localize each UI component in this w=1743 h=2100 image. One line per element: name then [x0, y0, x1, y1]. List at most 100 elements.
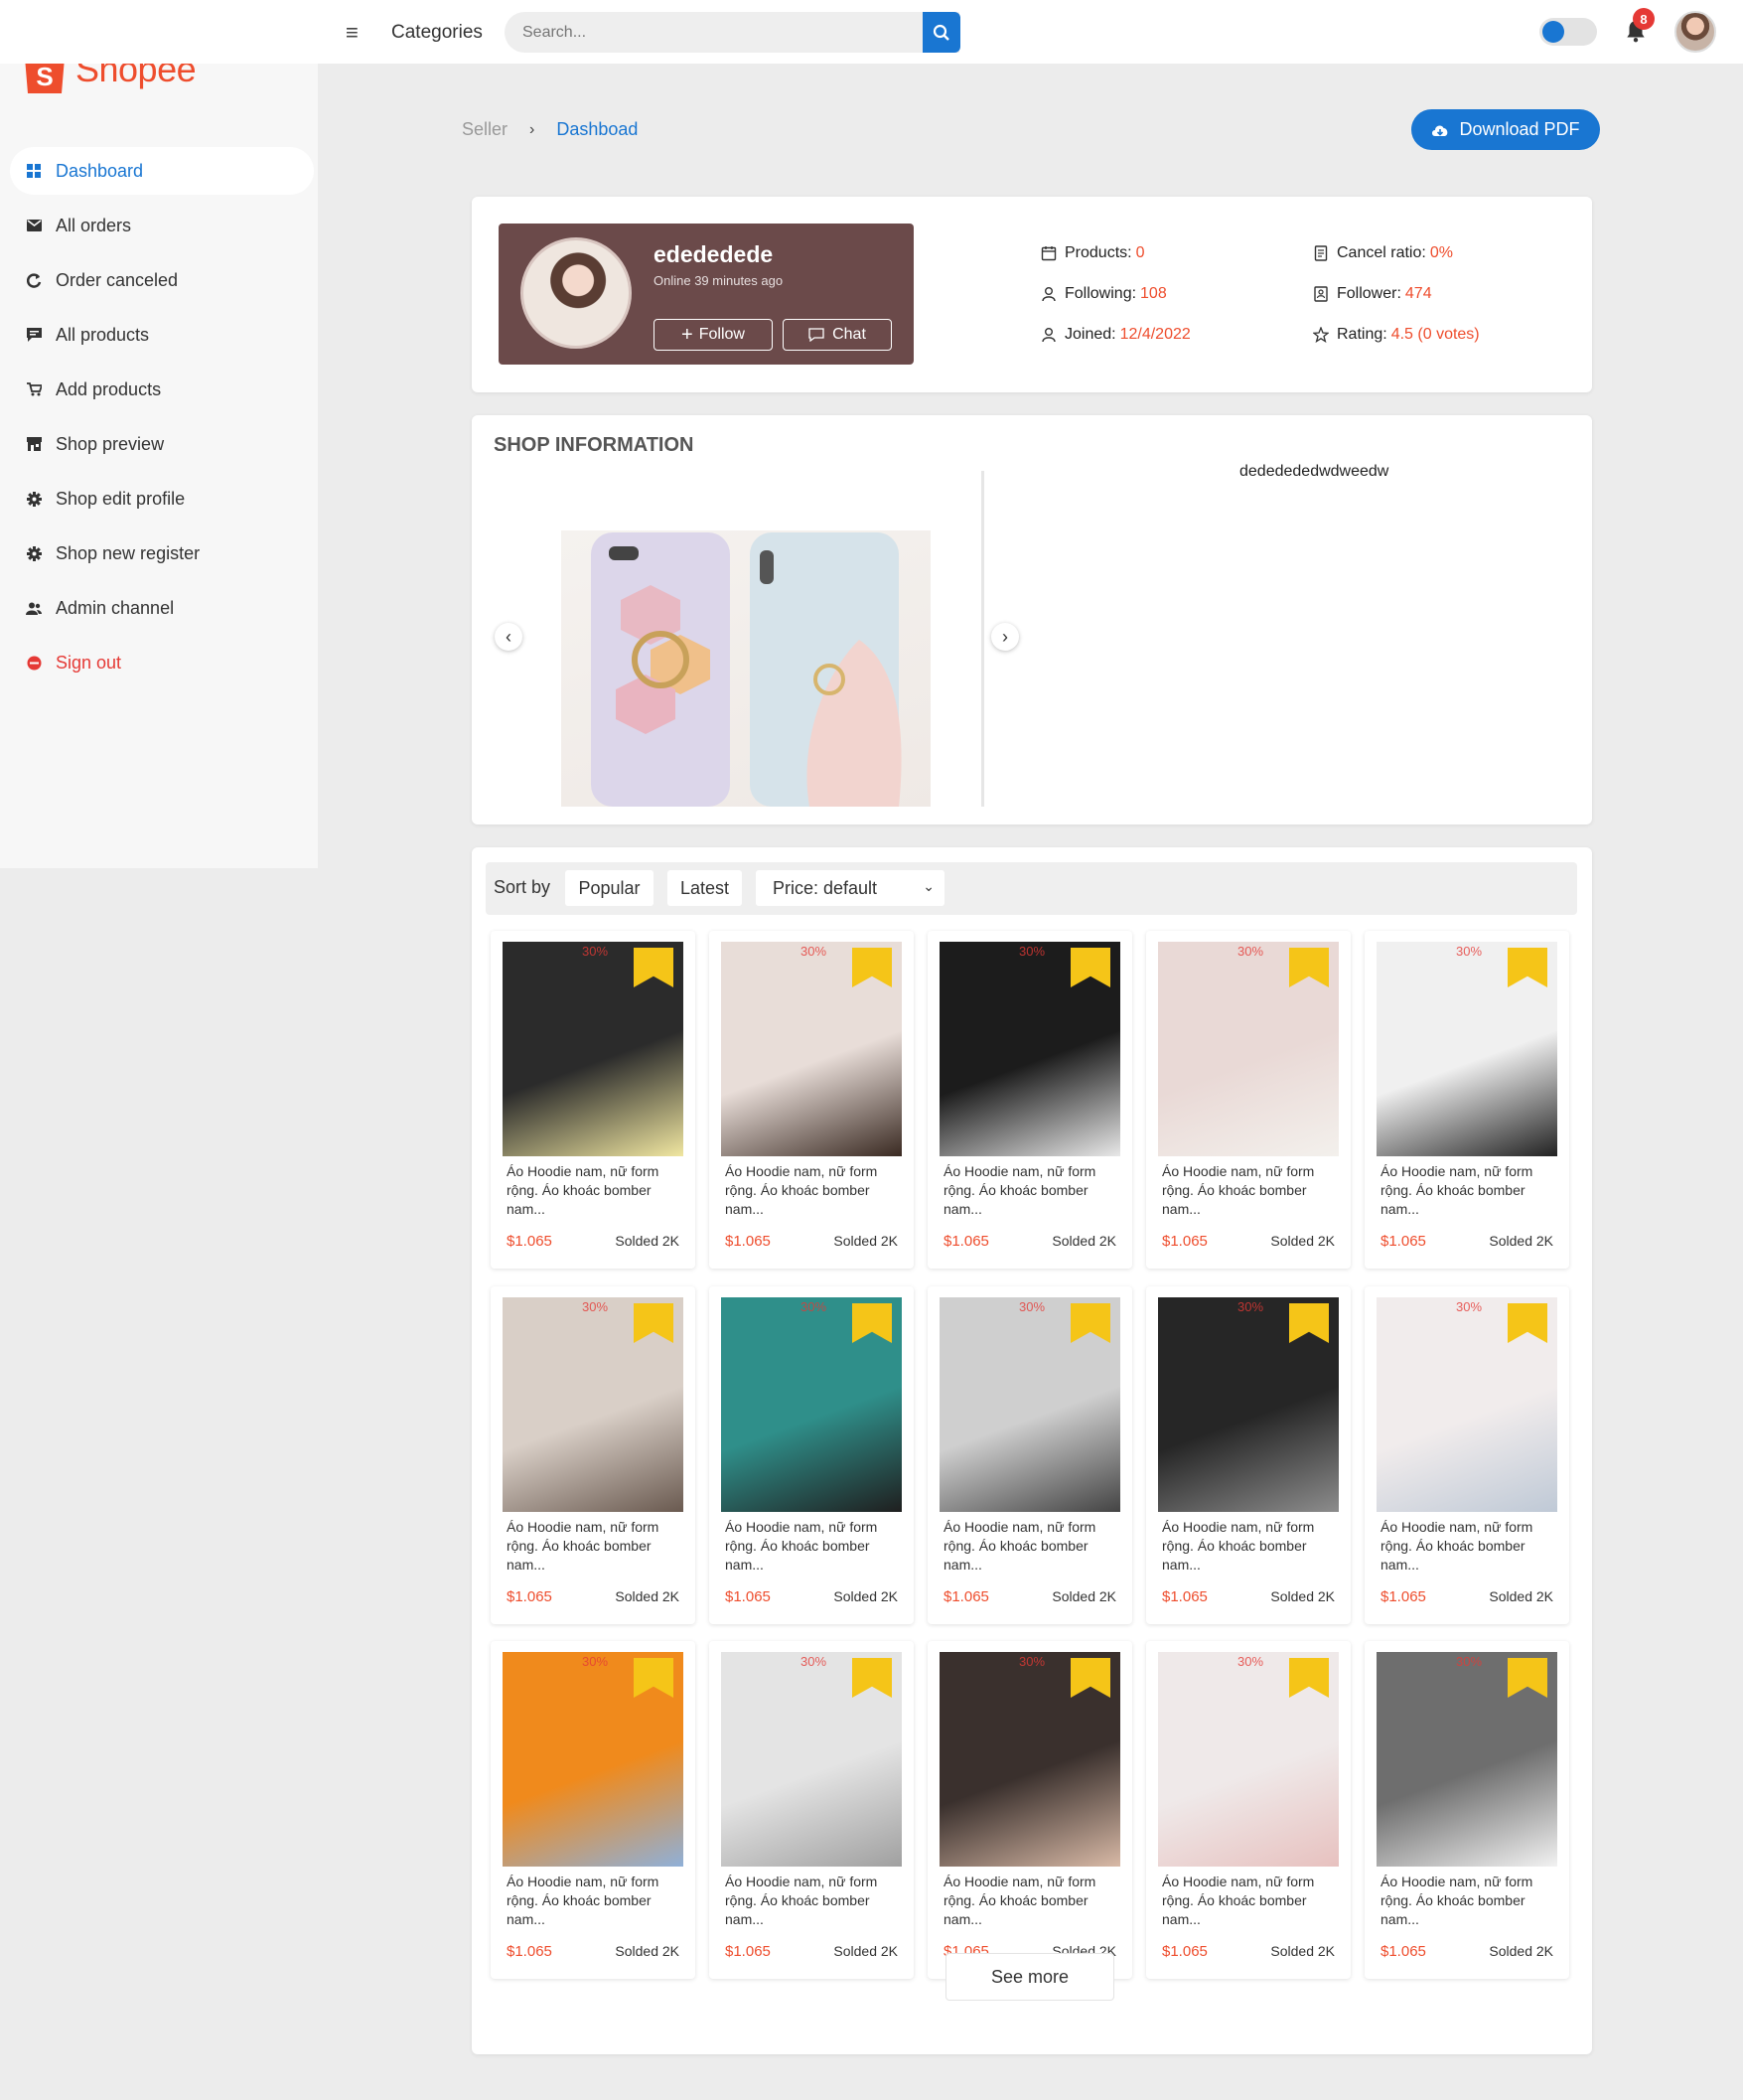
product-title: Áo Hoodie nam, nữ form rộng. Áo khoác bo…	[1162, 1519, 1315, 1573]
download-pdf-button[interactable]: Download PDF	[1411, 109, 1600, 150]
product-card[interactable]: 30% Áo Hoodie nam, nữ form rộng. Áo khoác…	[491, 1286, 695, 1624]
product-image: 30%	[721, 1652, 902, 1867]
stat-following-label: Following:	[1065, 285, 1137, 302]
product-card[interactable]: 30% Áo Hoodie nam, nữ form rộng. Áo khoác…	[928, 931, 1132, 1269]
stat-products-label: Products:	[1065, 244, 1132, 261]
theme-toggle[interactable]	[1539, 18, 1597, 46]
chat-button[interactable]: Chat	[783, 319, 892, 351]
product-title: Áo Hoodie nam, nữ form rộng. Áo khoác bo…	[725, 1519, 878, 1573]
product-card[interactable]: 30% Áo Hoodie nam, nữ form rộng. Áo khoác…	[928, 1286, 1132, 1624]
search-button[interactable]	[923, 12, 960, 53]
product-image: 30%	[503, 942, 683, 1156]
user-avatar[interactable]	[1674, 11, 1716, 53]
carousel-divider	[981, 471, 984, 807]
product-card[interactable]: 30% Áo Hoodie nam, nữ form rộng. Áo khoác…	[1365, 931, 1569, 1269]
breadcrumb-separator: ›	[529, 120, 535, 138]
product-sold: Solded 2K	[1489, 1588, 1553, 1604]
online-status: Online 39 minutes ago	[654, 273, 784, 288]
discount-label: 30%	[582, 944, 609, 959]
bookmark-badge-icon	[1508, 1303, 1547, 1343]
discount-label: 30%	[800, 1299, 827, 1314]
follow-button[interactable]: + Follow	[654, 319, 773, 351]
product-card[interactable]: 30% Áo Hoodie nam, nữ form rộng. Áo khoác…	[491, 1641, 695, 1979]
stat-following-value: 108	[1140, 285, 1167, 302]
discount-label: 30%	[1456, 1299, 1483, 1314]
sidebar-item-label: Admin channel	[56, 597, 175, 618]
calendar-icon	[1041, 246, 1057, 261]
sidebar-item-admin-channel[interactable]: Admin channel	[10, 584, 314, 632]
product-card[interactable]: 30% Áo Hoodie nam, nữ form rộng. Áo khoác…	[709, 1641, 914, 1979]
users-icon	[26, 600, 42, 616]
sidebar: S Shopee Dashboard All orders Order canc…	[0, 0, 318, 868]
stat-follower-label: Follower:	[1337, 285, 1401, 302]
product-image: 30%	[1377, 1297, 1557, 1512]
sidebar-item-add-products[interactable]: Add products	[10, 366, 314, 413]
product-card[interactable]: 30% Áo Hoodie nam, nữ form rộng. Áo khoác…	[709, 1286, 914, 1624]
product-sold: Solded 2K	[1052, 1588, 1116, 1604]
sort-popular-button[interactable]: Popular	[565, 870, 654, 906]
product-card[interactable]: 30% Áo Hoodie nam, nữ form rộng. Áo khoác…	[1365, 1286, 1569, 1624]
product-card[interactable]: 30% Áo Hoodie nam, nữ form rộng. Áo khoác…	[491, 931, 695, 1269]
stat-following: Following: 108	[1041, 285, 1167, 303]
bookmark-badge-icon	[852, 948, 892, 987]
cart-icon	[26, 381, 42, 397]
sidebar-item-sign-out[interactable]: Sign out	[10, 639, 314, 686]
sidebar-item-all-products[interactable]: All products	[10, 311, 314, 359]
product-sold: Solded 2K	[833, 1588, 898, 1604]
follow-label: Follow	[698, 326, 745, 343]
discount-label: 30%	[1019, 944, 1046, 959]
hamburger-icon[interactable]: ≡	[346, 20, 359, 46]
product-sold: Solded 2K	[1489, 1943, 1553, 1959]
product-image: 30%	[721, 1297, 902, 1512]
product-card[interactable]: 30% Áo Hoodie nam, nữ form rộng. Áo khoác…	[1365, 1641, 1569, 1979]
bookmark-badge-icon	[1289, 1658, 1329, 1698]
sidebar-item-all-orders[interactable]: All orders	[10, 202, 314, 249]
shop-avatar	[520, 237, 632, 349]
bookmark-badge-icon	[1071, 1303, 1110, 1343]
price-sort-select[interactable]: Price: default ⌄	[756, 870, 944, 906]
sign-out-icon	[26, 655, 42, 671]
bookmark-badge-icon	[634, 1303, 673, 1343]
product-title: Áo Hoodie nam, nữ form rộng. Áo khoác bo…	[1162, 1163, 1315, 1217]
product-card[interactable]: 30% Áo Hoodie nam, nữ form rộng. Áo khoác…	[1146, 931, 1351, 1269]
sidebar-item-order-canceled[interactable]: Order canceled	[10, 256, 314, 304]
categories-link[interactable]: Categories	[391, 22, 483, 44]
product-title: Áo Hoodie nam, nữ form rộng. Áo khoác bo…	[1380, 1519, 1533, 1573]
product-card[interactable]: 30% Áo Hoodie nam, nữ form rộng. Áo khoác…	[1146, 1641, 1351, 1979]
see-more-button[interactable]: See more	[945, 1953, 1114, 2001]
product-card[interactable]: 30% Áo Hoodie nam, nữ form rộng. Áo khoác…	[1146, 1286, 1351, 1624]
product-title: Áo Hoodie nam, nữ form rộng. Áo khoác bo…	[944, 1163, 1096, 1217]
discount-label: 30%	[1019, 1654, 1046, 1669]
product-card[interactable]: 30% Áo Hoodie nam, nữ form rộng. Áo khoác…	[709, 931, 914, 1269]
stat-products: Products: 0	[1041, 244, 1145, 262]
chat-label: Chat	[832, 326, 866, 343]
bookmark-badge-icon	[634, 1658, 673, 1698]
product-title: Áo Hoodie nam, nữ form rộng. Áo khoác bo…	[725, 1874, 878, 1927]
stat-rating-value: 4.5 (0 votes)	[1390, 326, 1480, 343]
product-price: $1.065	[1162, 1233, 1208, 1250]
sidebar-item-shop-new-register[interactable]: Shop new register	[10, 529, 314, 577]
sidebar-item-dashboard[interactable]: Dashboard	[10, 147, 314, 195]
sidebar-item-label: Shop new register	[56, 542, 201, 563]
product-sold: Solded 2K	[615, 1233, 679, 1249]
sidebar-item-shop-edit-profile[interactable]: Shop edit profile	[10, 475, 314, 523]
id-card-icon	[1314, 286, 1328, 302]
sort-popular-label: Popular	[578, 877, 641, 898]
sidebar-item-shop-preview[interactable]: Shop preview	[10, 420, 314, 468]
discount-label: 30%	[800, 1654, 827, 1669]
breadcrumb-seller[interactable]: Seller	[462, 119, 508, 140]
sidebar-item-label: Shop preview	[56, 433, 165, 454]
carousel-next-button[interactable]: ›	[991, 623, 1019, 651]
product-price: $1.065	[944, 1588, 989, 1605]
discount-label: 30%	[1237, 1299, 1264, 1314]
discount-label: 30%	[1237, 944, 1264, 959]
product-image: 30%	[1377, 1652, 1557, 1867]
sidebar-item-label: All products	[56, 324, 150, 345]
shop-description: dededededwdweedw	[1239, 463, 1389, 480]
stat-rating: Rating: 4.5 (0 votes)	[1313, 326, 1480, 344]
stat-cancel-ratio: Cancel ratio: 0%	[1313, 244, 1453, 262]
carousel-prev-button[interactable]: ‹	[495, 623, 522, 651]
search-input[interactable]	[505, 12, 924, 53]
product-card[interactable]: 30% Áo Hoodie nam, nữ form rộng. Áo khoác…	[928, 1641, 1132, 1979]
sort-latest-button[interactable]: Latest	[667, 870, 742, 906]
